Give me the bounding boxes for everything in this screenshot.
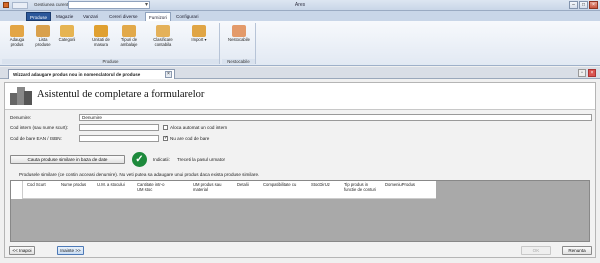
wizard-logo-icon — [10, 87, 32, 105]
back-button[interactable]: << Inapoi — [9, 246, 35, 255]
nu-are-cod-checkbox[interactable] — [163, 135, 168, 141]
wizard-header: Asistentul de completare a formularelor — [5, 83, 595, 110]
import-button[interactable]: Import ▾ — [184, 25, 214, 43]
tab-cereri-diverse[interactable]: Cereri diverse — [106, 12, 141, 21]
success-check-icon: ✓ — [132, 152, 147, 167]
cod-intern-label: Cod intern (sau nume scurt): — [10, 125, 69, 130]
wizard-heading: Asistentul de completare a formularelor — [37, 89, 205, 100]
tab-produse[interactable]: Produse — [26, 12, 52, 21]
indicatii-text: Treceti la pasul urmator — [177, 157, 226, 162]
tab-close-icon[interactable]: × — [165, 71, 172, 78]
cod-bare-label: Cod de bare EAN / ISBN: — [10, 136, 62, 141]
tipuri-ambalaje-button[interactable]: Tipuri de ambalaje — [116, 25, 142, 48]
ribbon-tabs: Produse Magazie Vanzari Cereri diverse F… — [0, 11, 600, 21]
aloca-automat-label: Aloca automat un cod intern — [170, 125, 228, 130]
units-icon — [94, 25, 108, 37]
dropdown-arrow-icon: ▾ — [203, 37, 207, 42]
column-header[interactable]: Nume produs — [61, 182, 87, 188]
unitati-masura-button[interactable]: Unitati de masura — [88, 25, 114, 48]
denumire-input[interactable]: Denumire — [79, 114, 592, 121]
denumire-label: Denumire: — [10, 115, 32, 120]
packaging-icon — [122, 25, 136, 37]
tab-vanzari[interactable]: Vanzari — [80, 12, 101, 21]
clasificare-contabila-button[interactable]: Clasificare contabila — [146, 25, 180, 48]
ribbon: Adauga produs Lista produse Categorii Un… — [0, 21, 600, 66]
column-header[interactable]: U.M. a stocului — [97, 182, 125, 188]
grid-header: Cod Scurt Nume produs U.M. a stocului Ca… — [11, 181, 436, 199]
tab-magazie[interactable]: Magazie — [53, 12, 76, 21]
column-header[interactable]: Tip produs in functie de conturi — [344, 182, 378, 193]
product-list-icon — [36, 25, 50, 37]
ribbon-group-label-produse: Produse — [2, 59, 219, 64]
close-document-icon[interactable]: × — [588, 69, 596, 77]
cancel-button[interactable]: Renunta — [562, 246, 592, 255]
ribbon-group-nestocabile: Nestocabile Nestocabile — [222, 23, 256, 64]
ribbon-group-produse: Adauga produs Lista produse Categorii Un… — [2, 23, 220, 64]
grid-row-header — [11, 181, 23, 199]
window-title: Ares — [294, 2, 306, 8]
column-header[interactable]: Compatibilitate cu — [263, 182, 299, 188]
nestocabile-button[interactable]: Nestocabile — [224, 25, 254, 43]
add-product-icon — [10, 25, 24, 37]
similar-info-text: Produsele similare (ce contin acceasi de… — [19, 172, 260, 177]
cauta-produse-button[interactable]: Cauta produse similare in baza de date — [10, 155, 125, 164]
cod-intern-input[interactable] — [79, 124, 159, 131]
title-bar: Gestiunea curenta Ares – □ × — [0, 0, 600, 11]
lista-produse-button[interactable]: Lista produse — [32, 25, 54, 48]
column-header[interactable]: Cantitate intr-o UM stoc — [137, 182, 171, 193]
restore-icon[interactable]: ▫ — [578, 69, 586, 77]
adauga-produs-button[interactable]: Adauga produs — [4, 25, 30, 48]
column-header[interactable]: Cod Scurt — [27, 182, 47, 188]
finish-button[interactable]: OK — [521, 246, 551, 255]
wizard-panel: Asistentul de completare a formularelor … — [4, 82, 596, 258]
tab-wizzard[interactable]: Wizzard adaugare produs nou in nomenclat… — [8, 69, 175, 79]
column-header[interactable]: StocDirUz — [311, 182, 341, 188]
next-button[interactable]: Inainte >> — [57, 246, 84, 255]
similar-products-grid[interactable]: Cod Scurt Nume produs U.M. a stocului Ca… — [10, 180, 590, 242]
column-header[interactable]: DomeniuProdus — [385, 182, 431, 188]
cod-bare-input[interactable] — [79, 135, 159, 142]
accounting-icon — [156, 25, 170, 37]
nestocabile-icon — [232, 25, 246, 37]
ribbon-group-label-nestocabile: Nestocabile — [222, 59, 255, 64]
aloca-automat-checkbox[interactable] — [163, 125, 168, 130]
column-header[interactable]: Detalii — [237, 182, 259, 188]
tab-furnizori[interactable]: Furnizori — [145, 12, 171, 21]
document-tab-strip: Wizzard adaugare produs nou in nomenclat… — [0, 67, 600, 79]
minimize-icon[interactable]: – — [569, 1, 578, 9]
nu-are-cod-label: Nu are cod de bare — [170, 136, 210, 141]
tab-configurari[interactable]: Configurari — [173, 12, 201, 21]
close-icon[interactable]: × — [589, 1, 598, 9]
indicatii-label: Indicatii: — [153, 157, 170, 162]
categorii-button[interactable]: Categorii — [56, 25, 78, 43]
maximize-icon[interactable]: □ — [579, 1, 588, 9]
import-icon — [192, 25, 206, 37]
categories-icon — [60, 25, 74, 37]
column-header[interactable]: UM produs sau material — [193, 182, 227, 193]
